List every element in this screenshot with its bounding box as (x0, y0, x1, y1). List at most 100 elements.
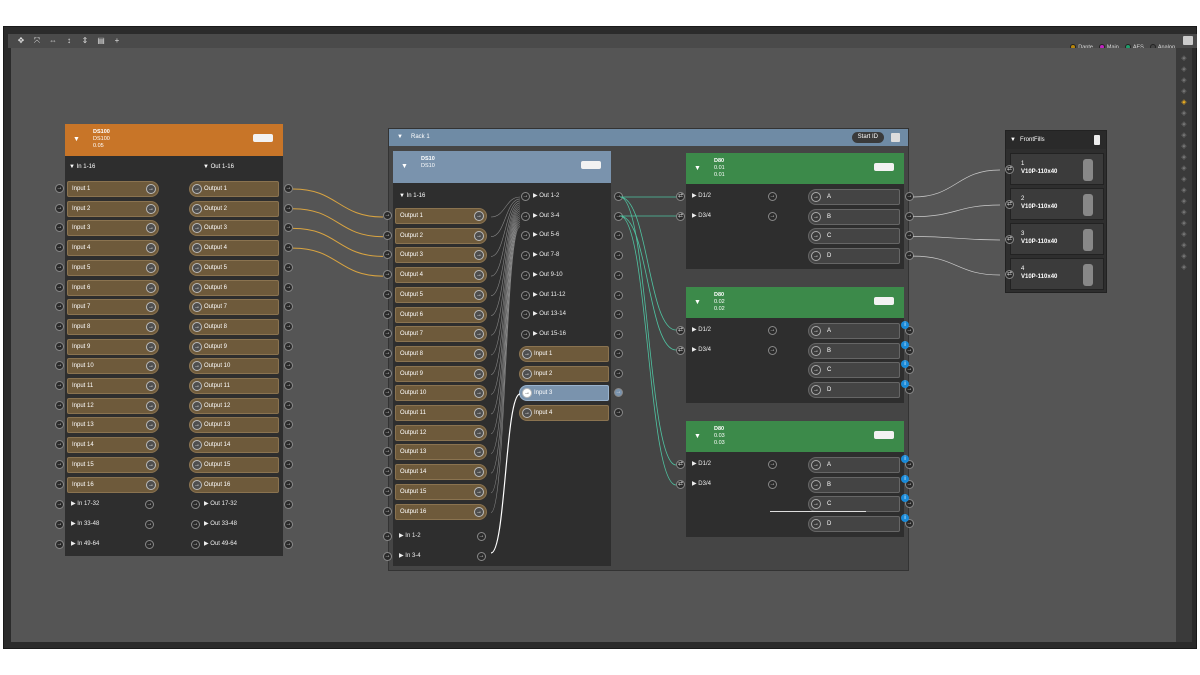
output-port[interactable]: → (284, 321, 293, 331)
route-arrow-icon[interactable]: → (474, 309, 484, 320)
output-channel[interactable]: Output 10 → (395, 385, 487, 402)
amp-output[interactable]: → B (808, 476, 900, 493)
input-channel[interactable]: Input 7 → (67, 299, 159, 316)
route-arrow-icon[interactable]: → (192, 243, 202, 254)
route-arrow-icon[interactable]: → (474, 506, 484, 517)
collapse-arrow-icon[interactable]: ▼ (401, 163, 408, 170)
output-channel[interactable]: → Output 5 (189, 259, 279, 276)
route-arrow-icon[interactable]: → (521, 211, 530, 221)
route-arrow-icon[interactable]: → (191, 540, 200, 549)
output-channel[interactable]: → Output 4 (189, 240, 279, 257)
input-port[interactable]: → (383, 309, 392, 319)
output-group[interactable]: ▶ Out 1-2 (533, 192, 559, 201)
input-port[interactable]: → (55, 520, 64, 529)
info-icon[interactable]: i (901, 474, 909, 483)
output-channel[interactable]: → Output 16 (189, 476, 279, 493)
ds100-header[interactable]: ▼ DS100 DS100 0.05 (65, 124, 283, 156)
output-port[interactable]: → (284, 400, 293, 410)
output-port[interactable]: → (284, 341, 293, 351)
output-channel[interactable]: Output 13 → (395, 444, 487, 461)
input-channel[interactable]: Input 8 → (67, 318, 159, 335)
speaker-item[interactable]: 1 V10P-110x40 ⇄ (1005, 153, 1104, 185)
collapse-arrow-icon[interactable]: ▼ (694, 299, 701, 306)
input-port[interactable]: ⇄ (676, 192, 685, 201)
route-arrow-icon[interactable]: → (522, 408, 532, 419)
output-group[interactable]: ▶ Out 17-32 (204, 500, 237, 509)
output-port[interactable]: → (284, 262, 293, 272)
output-channel[interactable]: Output 11 → (395, 405, 487, 421)
amp-output[interactable]: → C (808, 228, 900, 245)
ds10-header[interactable]: ▼ DS10 DS10 (393, 151, 611, 183)
input-channel[interactable]: → Input 1 (519, 346, 609, 362)
output-port[interactable]: → (614, 310, 623, 320)
output-channel[interactable]: Output 14 → (395, 464, 487, 481)
route-arrow-icon[interactable]: → (474, 289, 484, 300)
route-arrow-icon[interactable]: → (192, 184, 202, 194)
route-arrow-icon[interactable]: → (191, 520, 200, 529)
input-port[interactable]: → (55, 341, 64, 351)
output-port[interactable]: → (284, 440, 293, 450)
route-arrow-icon[interactable]: → (192, 400, 202, 411)
route-arrow-icon[interactable]: → (811, 192, 821, 202)
input-port[interactable]: → (383, 211, 392, 220)
output-group[interactable]: ▶ Out 3-4 (533, 212, 559, 221)
output-group[interactable]: ▶ Out 33-48 (204, 520, 237, 529)
output-channel[interactable]: Output 3 → (395, 247, 487, 264)
output-port[interactable]: → (614, 251, 623, 261)
output-group[interactable]: ▶ Out 7-8 (533, 251, 559, 260)
output-channel[interactable]: Output 15 → (395, 483, 487, 500)
input-group[interactable]: ▶ In 49-64 (71, 540, 99, 549)
route-arrow-icon[interactable]: → (768, 192, 777, 201)
output-channel[interactable]: Output 7 → (395, 326, 487, 343)
amp-input[interactable]: ▶ D3/4 (692, 212, 711, 221)
route-arrow-icon[interactable]: → (521, 192, 530, 201)
amp-output[interactable]: → A (808, 323, 900, 339)
output-channel[interactable]: → Output 15 (189, 456, 279, 473)
amp-output[interactable]: → D (808, 516, 900, 533)
rack-icon[interactable] (891, 133, 900, 142)
input-port[interactable]: → (55, 302, 64, 312)
speaker-item[interactable]: 3 V10P-110x40 ⇄ (1005, 223, 1104, 255)
d80-panel[interactable]: ▼ D80 0.01 0.01 ⇄ ▶ D1/2 → ⇄ ▶ D3/4 → → A → → B → → C → → D → (676, 153, 914, 269)
input-channel[interactable]: Input 11 → (67, 378, 159, 394)
input-port[interactable]: ⇄ (676, 346, 685, 355)
output-port[interactable]: → (614, 329, 623, 339)
input-channel[interactable]: Input 16 → (67, 476, 159, 493)
route-arrow-icon[interactable]: → (522, 388, 532, 399)
output-port[interactable]: → (284, 479, 293, 489)
output-channel[interactable]: → Output 14 (189, 437, 279, 454)
output-port[interactable]: → (284, 381, 293, 390)
in-header[interactable]: ▼ In 1-16 (399, 191, 425, 201)
in-header[interactable]: ▼ In 1-16 (69, 162, 95, 172)
route-arrow-icon[interactable]: → (192, 361, 202, 372)
input-port[interactable]: → (383, 467, 392, 477)
route-arrow-icon[interactable]: → (146, 361, 156, 372)
amp-output[interactable]: → D (808, 248, 900, 265)
route-arrow-icon[interactable]: → (521, 290, 530, 300)
input-port[interactable]: → (383, 388, 392, 398)
input-port[interactable]: → (383, 427, 392, 437)
input-port[interactable]: → (383, 329, 392, 339)
route-arrow-icon[interactable]: → (811, 385, 821, 396)
route-arrow-icon[interactable]: → (146, 420, 156, 431)
collapse-arrow-icon[interactable]: ▼ (1010, 131, 1016, 149)
input-group[interactable]: ▶ In 33-48 (71, 520, 99, 529)
input-port[interactable]: → (55, 203, 64, 213)
input-port[interactable]: → (383, 348, 392, 358)
route-arrow-icon[interactable]: → (521, 270, 530, 280)
input-group[interactable]: ▶ In 17-32 (71, 500, 99, 509)
route-arrow-icon[interactable]: → (145, 540, 154, 549)
d80-header[interactable]: ▼ D80 0.01 0.01 (686, 153, 904, 184)
output-port[interactable]: → (614, 192, 623, 201)
route-arrow-icon[interactable]: → (474, 211, 484, 221)
output-port[interactable]: → (614, 368, 623, 378)
input-port[interactable]: → (383, 506, 392, 516)
d80-panel[interactable]: ▼ D80 0.03 0.03 ⇄ ▶ D1/2 → ⇄ ▶ D3/4 → → A → i → B → i → C → i… (676, 421, 914, 537)
output-port[interactable]: → (284, 243, 293, 253)
route-arrow-icon[interactable]: → (146, 262, 156, 273)
route-arrow-icon[interactable]: → (192, 302, 202, 313)
route-arrow-icon[interactable]: → (474, 467, 484, 478)
output-port[interactable]: → (905, 192, 914, 201)
output-port[interactable]: → (614, 349, 623, 358)
input-port[interactable]: → (55, 540, 64, 549)
